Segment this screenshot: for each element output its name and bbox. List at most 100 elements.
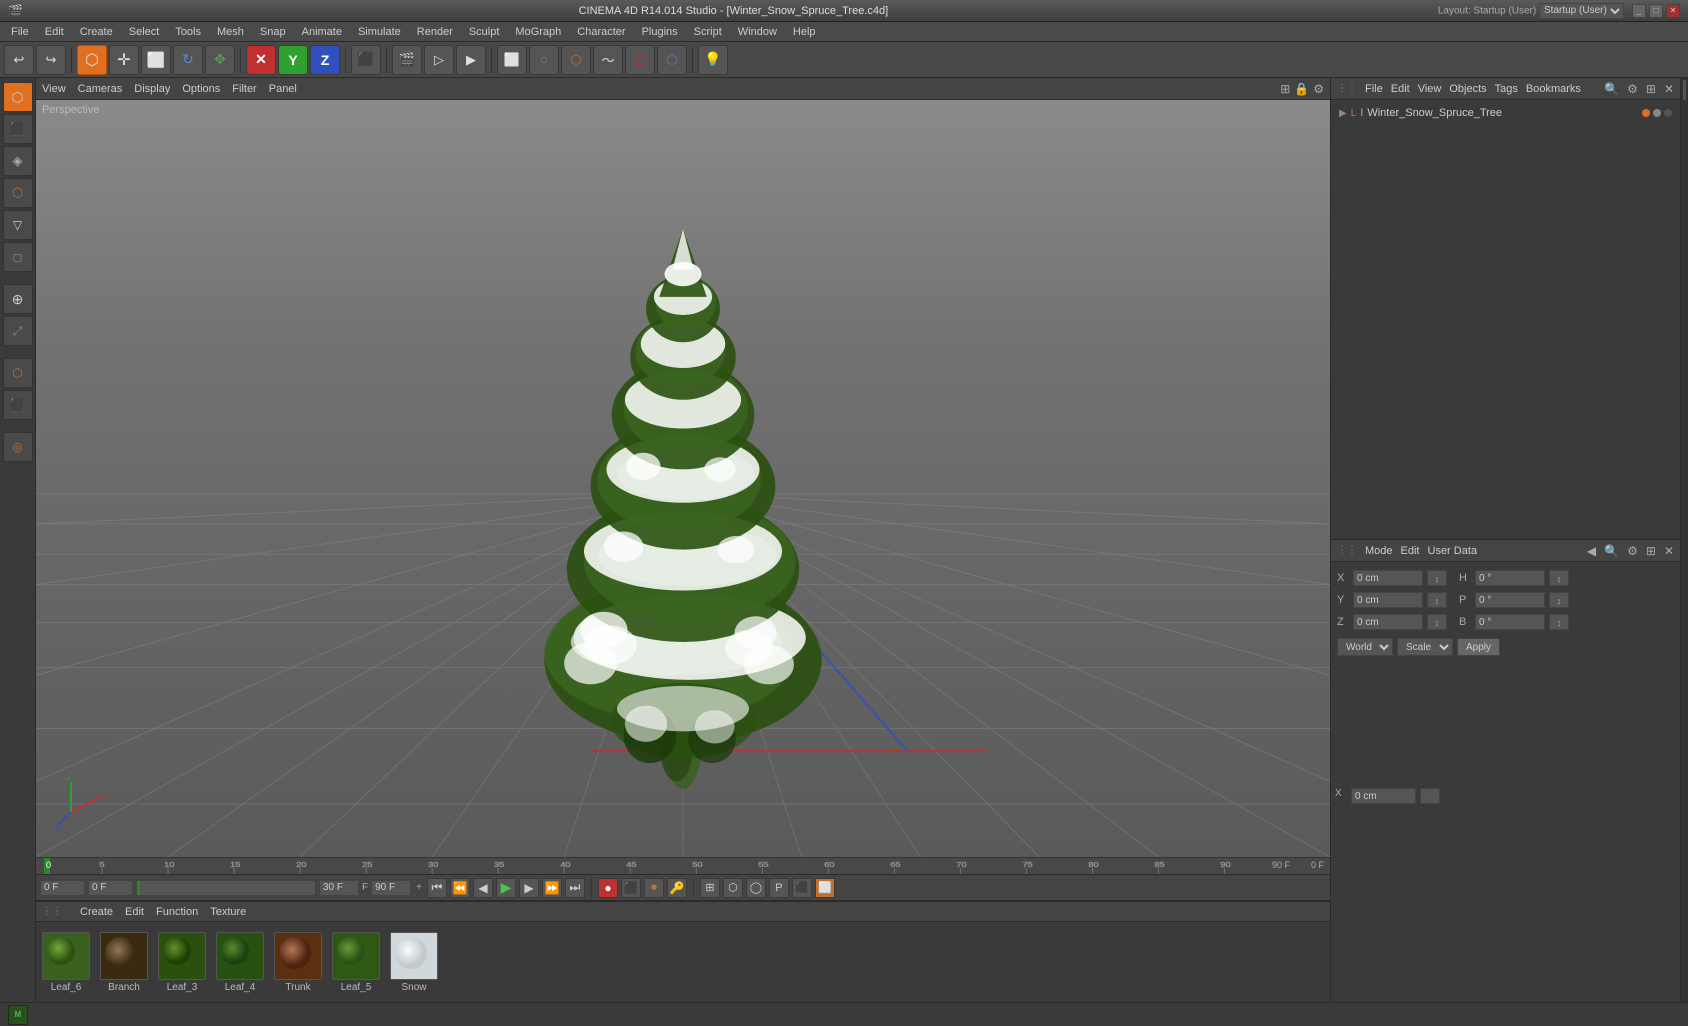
right-scrollbar[interactable] [1680, 78, 1688, 1002]
next-frame-button[interactable]: ⏩ [542, 878, 562, 898]
coord-z-input[interactable] [1353, 614, 1423, 630]
coord-h-input[interactable] [1475, 570, 1545, 586]
undo-button[interactable]: ↩ [4, 45, 34, 75]
mat-menu-edit[interactable]: Edit [125, 906, 144, 918]
attrib-menu-userdata[interactable]: User Data [1428, 545, 1478, 557]
vp-menu-options[interactable]: Options [182, 83, 220, 95]
material-snow[interactable]: Snow [390, 932, 438, 993]
rp-menu-edit[interactable]: Edit [1391, 83, 1410, 95]
prev-frame-button[interactable]: ⏪ [450, 878, 470, 898]
goto-start-button[interactable]: ⏮ [427, 878, 447, 898]
close-button[interactable]: ✕ [1666, 4, 1680, 18]
scale-button[interactable]: ⬜ [141, 45, 171, 75]
attrib-back-icon[interactable]: ◀ [1587, 544, 1596, 558]
vp-maximize-icon[interactable]: ⊞ [1280, 82, 1290, 96]
attrib-close-icon[interactable]: ✕ [1664, 544, 1674, 558]
menu-help[interactable]: Help [786, 24, 823, 40]
attrib-menu-edit[interactable]: Edit [1401, 545, 1420, 557]
redo-button[interactable]: ↪ [36, 45, 66, 75]
coord-p-input[interactable] [1475, 592, 1545, 608]
scrollbar-thumb[interactable] [1683, 80, 1686, 100]
tree-item-spruce[interactable]: ▶ L I Winter_Snow_Spruce_Tree [1335, 104, 1676, 122]
mat-menu-function[interactable]: Function [156, 906, 198, 918]
attrib-sx-stepper[interactable] [1420, 788, 1440, 804]
scale-dropdown[interactable]: Scale Size [1397, 638, 1453, 656]
vp-menu-display[interactable]: Display [134, 83, 170, 95]
rp-settings-icon[interactable]: ⚙ [1627, 82, 1638, 96]
motion-btn2[interactable]: ⬡ [723, 878, 743, 898]
attrib-expand-icon[interactable]: ⊞ [1646, 544, 1656, 558]
rp-close-icon[interactable]: ✕ [1664, 82, 1674, 96]
menu-select[interactable]: Select [122, 24, 167, 40]
layout-select[interactable]: Startup (User) [1539, 3, 1624, 19]
y-axis-button[interactable]: Y [278, 45, 308, 75]
coord-z-stepper[interactable]: ↕ [1427, 614, 1447, 630]
goto-end-button[interactable]: ⏭ [565, 878, 585, 898]
end-frame-input[interactable] [371, 880, 411, 896]
menu-file[interactable]: File [4, 24, 36, 40]
object-button[interactable]: ⬡ [561, 45, 591, 75]
transform-button[interactable]: ✥ [205, 45, 235, 75]
deformer-button[interactable]: ⬡ [657, 45, 687, 75]
vp-lock-icon[interactable]: 🔒 [1294, 82, 1309, 96]
left-move-btn[interactable]: ⊕ [3, 284, 33, 314]
cube-button[interactable]: ⬜ [497, 45, 527, 75]
attrib-size-x-input[interactable] [1351, 788, 1416, 804]
menu-create[interactable]: Create [73, 24, 120, 40]
coord-b-input[interactable] [1475, 614, 1545, 630]
left-knife-btn[interactable]: ⬡ [3, 358, 33, 388]
current-frame-input[interactable] [40, 880, 85, 896]
rp-menu-bookmarks[interactable]: Bookmarks [1526, 83, 1581, 95]
left-edge-btn[interactable]: ◈ [3, 146, 33, 176]
coord-y-input[interactable] [1353, 592, 1423, 608]
menu-mograph[interactable]: MoGraph [508, 24, 568, 40]
material-leaf5[interactable]: Leaf_5 [332, 932, 380, 993]
vp-menu-view[interactable]: View [42, 83, 66, 95]
vp-settings-icon[interactable]: ⚙ [1313, 82, 1324, 96]
attrib-settings-icon[interactable]: ⚙ [1627, 544, 1638, 558]
motion-btn1[interactable]: ⊞ [700, 878, 720, 898]
menu-window[interactable]: Window [731, 24, 784, 40]
menu-character[interactable]: Character [570, 24, 632, 40]
minimize-button[interactable]: _ [1632, 4, 1646, 18]
coord-y-stepper[interactable]: ↕ [1427, 592, 1447, 608]
mat-menu-texture[interactable]: Texture [210, 906, 246, 918]
motion-btn5[interactable]: ⬛ [792, 878, 812, 898]
material-leaf4[interactable]: Leaf_4 [216, 932, 264, 993]
left-poly-btn[interactable]: ⬛ [3, 114, 33, 144]
key-button[interactable]: 🔑 [667, 878, 687, 898]
vp-menu-panel[interactable]: Panel [269, 83, 297, 95]
vp-menu-cameras[interactable]: Cameras [78, 83, 123, 95]
coord-p-stepper[interactable]: ↕ [1549, 592, 1569, 608]
x-axis-button[interactable]: ✕ [246, 45, 276, 75]
render-full-button[interactable]: ▶ [456, 45, 486, 75]
maximize-button[interactable]: □ [1649, 4, 1663, 18]
coord-h-stepper[interactable]: ↕ [1549, 570, 1569, 586]
mat-menu-create[interactable]: Create [80, 906, 113, 918]
left-select-btn[interactable]: ⬡ [3, 82, 33, 112]
rp-search-icon[interactable]: 🔍 [1604, 82, 1619, 96]
left-paint-btn[interactable]: ⬛ [3, 390, 33, 420]
menu-tools[interactable]: Tools [168, 24, 208, 40]
menu-script[interactable]: Script [687, 24, 729, 40]
rp-menu-file[interactable]: File [1365, 83, 1383, 95]
frame-button[interactable]: ⬛ [351, 45, 381, 75]
next-button[interactable]: ▶ [519, 878, 539, 898]
select-button[interactable]: ⬡ [77, 45, 107, 75]
menu-animate[interactable]: Animate [295, 24, 349, 40]
left-texture-btn[interactable]: ◎ [3, 432, 33, 462]
fps-input[interactable] [319, 880, 359, 896]
apply-button[interactable]: Apply [1457, 638, 1500, 656]
attrib-search-icon[interactable]: 🔍 [1604, 544, 1619, 558]
stop-button[interactable]: ⬛ [621, 878, 641, 898]
current-frame-input2[interactable] [88, 880, 133, 896]
menu-mesh[interactable]: Mesh [210, 24, 251, 40]
rp-menu-objects[interactable]: Objects [1449, 83, 1486, 95]
rp-expand-icon[interactable]: ⊞ [1646, 82, 1656, 96]
left-spline-btn[interactable]: ◻ [3, 242, 33, 272]
material-leaf3[interactable]: Leaf_3 [158, 932, 206, 993]
menu-plugins[interactable]: Plugins [635, 24, 685, 40]
material-trunk[interactable]: Trunk [274, 932, 322, 993]
rp-menu-tags[interactable]: Tags [1495, 83, 1518, 95]
menu-simulate[interactable]: Simulate [351, 24, 408, 40]
